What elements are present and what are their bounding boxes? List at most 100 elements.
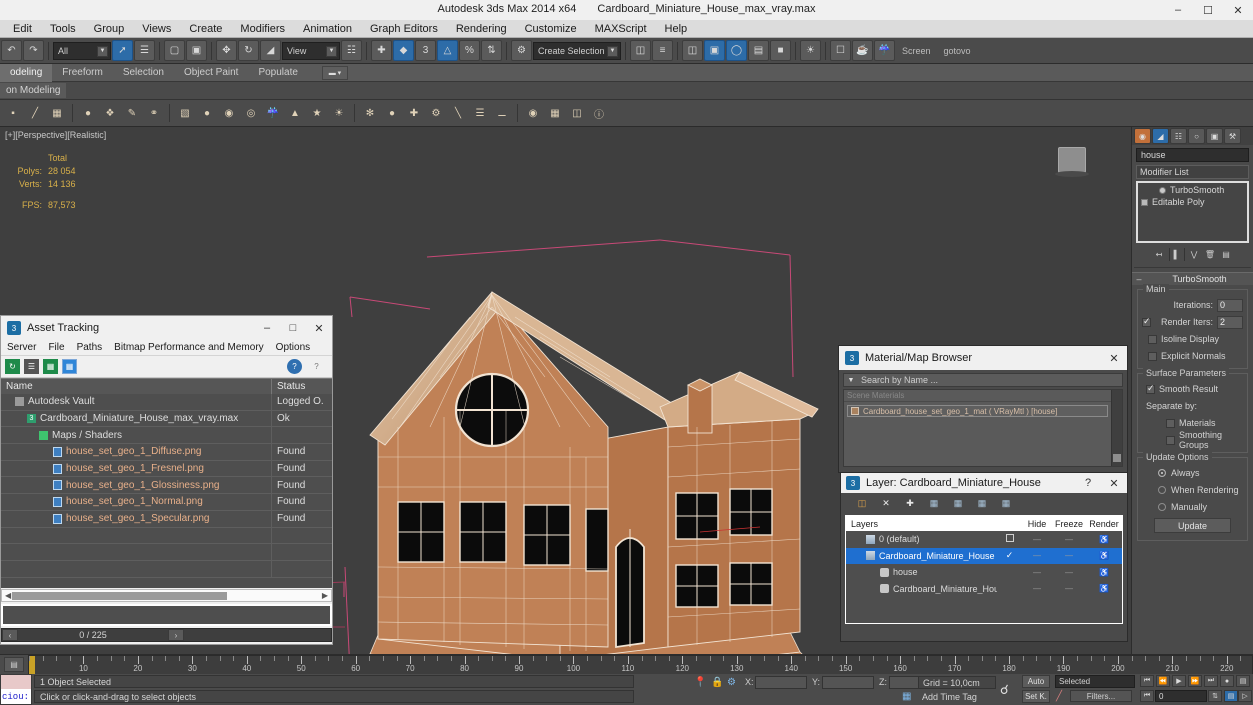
next-frame-icon[interactable]: ⏩ <box>1188 675 1202 687</box>
table-row[interactable]: Autodesk Vault Logged O. <box>1 394 332 411</box>
ribbon-tab-selection[interactable]: Selection <box>113 64 174 82</box>
layer-hide-cell[interactable]: — <box>1022 535 1052 544</box>
undo-icon[interactable]: ↶ <box>1 40 22 61</box>
at-menu-bitmap-performance[interactable]: Bitmap Performance and Memory <box>108 341 270 354</box>
at-menu-options[interactable]: Options <box>270 341 316 354</box>
at-menu-paths[interactable]: Paths <box>71 341 109 354</box>
column-header-layers[interactable]: Layers <box>846 516 1022 531</box>
absolute-relative-transform-icon[interactable]: ⚙ <box>727 677 736 688</box>
rectangular-selection-region-icon[interactable]: ▢ <box>164 40 185 61</box>
ribbon-subtab-polygon-modeling[interactable]: on Modeling <box>0 83 67 98</box>
menu-maxscript[interactable]: MAXScript <box>586 21 656 37</box>
layer-render-cell[interactable]: ♿ <box>1086 551 1122 560</box>
column-header-status[interactable]: Status <box>272 379 332 394</box>
add-time-tag-label[interactable]: Add Time Tag <box>918 691 996 703</box>
track-view-icon[interactable]: ▤ <box>4 657 24 672</box>
hierarchy-tab-icon[interactable]: ☷ <box>1170 128 1187 144</box>
list-item[interactable]: Cardboard_house_set_geo_1_mat ( VRayMtl … <box>847 405 1108 417</box>
column-header-hide[interactable]: Hide <box>1022 516 1052 531</box>
menu-help[interactable]: Help <box>656 21 697 37</box>
select-object-icon[interactable]: ➚ <box>112 40 133 61</box>
edge-subobject-icon[interactable]: ╱ <box>25 103 45 123</box>
auto-key-button[interactable]: Auto <box>1022 675 1050 688</box>
particle-system-icon[interactable]: ✻ <box>360 103 380 123</box>
scroll-thumb[interactable] <box>1113 454 1121 462</box>
menu-tools[interactable]: Tools <box>41 21 85 37</box>
select-objects-in-layer-icon[interactable]: ▦ <box>927 496 941 510</box>
filters-button[interactable]: Filters... <box>1070 690 1132 702</box>
paint-deform-icon[interactable]: ✎ <box>122 103 142 123</box>
generate-topology-icon[interactable]: ● <box>78 103 98 123</box>
close-icon[interactable]: ✕ <box>1223 0 1253 20</box>
table-row[interactable]: Cardboard_Miniature_House ✓ — — ♿ <box>846 547 1122 564</box>
render-setup-icon[interactable]: ☀ <box>800 40 821 61</box>
make-unique-icon[interactable]: ⋁ <box>1188 248 1201 261</box>
window-crossing-icon[interactable]: ▣ <box>186 40 207 61</box>
update-always-row[interactable]: Always <box>1142 466 1243 480</box>
smooth-result-checkbox[interactable] <box>1146 383 1155 394</box>
spinner-snap-toggle-icon[interactable]: ⇅ <box>481 40 502 61</box>
layer-freeze-cell[interactable]: — <box>1052 568 1086 577</box>
menu-customize[interactable]: Customize <box>516 21 586 37</box>
ribbon-tab-populate[interactable]: Populate <box>248 64 307 82</box>
cone-primitive-icon[interactable]: ▲ <box>285 103 305 123</box>
current-frame-field[interactable]: 0 <box>1155 690 1207 702</box>
asset-tracking-horizontal-scrollbar[interactable]: ◀ ▶ <box>1 589 332 602</box>
delete-layer-icon[interactable]: ✕ <box>879 496 893 510</box>
modify-tab-icon[interactable]: ◢ <box>1152 128 1169 144</box>
remove-modifier-icon[interactable]: 🗑 <box>1204 248 1217 261</box>
search-input[interactable]: Search by Name ... <box>858 375 1122 385</box>
mirror-icon[interactable]: ◫ <box>630 40 651 61</box>
render-production-icon[interactable]: ☕ <box>852 40 873 61</box>
time-slider-track[interactable]: 10 20 30 40 50 60 70 80 90 100 110 120 130 140 150 160 1… <box>28 655 1253 675</box>
collapse-icon[interactable]: – <box>1132 274 1146 284</box>
layer-hide-cell[interactable]: — <box>1022 551 1052 560</box>
frame-spinner-icon[interactable]: ⇅ <box>1208 690 1222 702</box>
layer-render-cell[interactable]: ♿ <box>1086 584 1122 593</box>
material-search-bar[interactable]: ▼ Search by Name ... <box>843 373 1123 387</box>
menu-views[interactable]: Views <box>133 21 180 37</box>
zoom-extents-icon[interactable]: ▷ <box>1238 690 1252 702</box>
go-to-start-icon[interactable]: ⏮ <box>1140 675 1154 687</box>
grid-display-icon[interactable]: ▦ <box>545 103 565 123</box>
update-button[interactable]: Update <box>1154 518 1231 533</box>
cylinder-primitive-icon[interactable]: ◉ <box>219 103 239 123</box>
key-filter-combo[interactable]: Selected <box>1055 675 1135 688</box>
curve-editor-icon[interactable]: ◯ <box>726 40 747 61</box>
play-animation-icon[interactable]: ▶ <box>1172 675 1186 687</box>
border-subobject-icon[interactable]: ▦ <box>47 103 67 123</box>
layer-dialog-help-icon[interactable]: ? <box>1075 471 1101 495</box>
list-view-icon[interactable]: ☰ <box>24 359 39 374</box>
isoline-display-row[interactable]: Isoline Display <box>1142 332 1243 346</box>
sphere-primitive-icon[interactable]: ● <box>197 103 217 123</box>
table-row[interactable]: house — — ♿ <box>846 564 1122 581</box>
table-row[interactable]: house_set_geo_1_Specular.png Found <box>1 510 332 528</box>
detail-view-icon[interactable]: ▦ <box>43 359 58 374</box>
smoothing-groups-checkbox[interactable] <box>1166 435 1175 445</box>
select-and-manipulate-icon[interactable]: ✚ <box>371 40 392 61</box>
angle-snap-toggle-icon[interactable]: △ <box>437 40 458 61</box>
ribbon-tab-freeform[interactable]: Freeform <box>52 64 113 82</box>
frame-next-button[interactable]: › <box>168 629 184 641</box>
menu-group[interactable]: Group <box>85 21 134 37</box>
show-end-result-icon[interactable]: ▌ <box>1168 247 1185 261</box>
menu-rendering[interactable]: Rendering <box>447 21 516 37</box>
refresh-icon[interactable]: ↻ <box>5 359 20 374</box>
menu-edit[interactable]: Edit <box>4 21 41 37</box>
set-key-button[interactable]: Set K. <box>1022 690 1050 703</box>
update-when-rendering-radio[interactable] <box>1158 486 1166 494</box>
layer-current-cell[interactable]: ✓ <box>997 550 1022 561</box>
go-to-end-icon[interactable]: ⏭ <box>1204 675 1218 687</box>
table-row[interactable]: house_set_geo_1_Normal.png Found <box>1 494 332 511</box>
layer-hide-cell[interactable]: — <box>1022 584 1052 593</box>
layer-freeze-cell[interactable]: — <box>1052 584 1086 593</box>
previous-frame-icon[interactable]: ⏪ <box>1156 675 1170 687</box>
scroll-left-icon[interactable]: ◀ <box>5 591 11 600</box>
table-row[interactable]: Cardboard_Miniature_House — — ♿ <box>846 581 1122 598</box>
at-menu-server[interactable]: Server <box>1 341 42 354</box>
layer-manager-icon[interactable]: ◫ <box>682 40 703 61</box>
chevron-down-icon[interactable]: ▼ <box>844 377 858 384</box>
bone-tools-icon[interactable]: ⚊ <box>492 103 512 123</box>
material-map-browser-window[interactable]: 3 Material/Map Browser ✕ ▼ Search by Nam… <box>838 345 1128 473</box>
column-header-render[interactable]: Render <box>1086 516 1122 531</box>
